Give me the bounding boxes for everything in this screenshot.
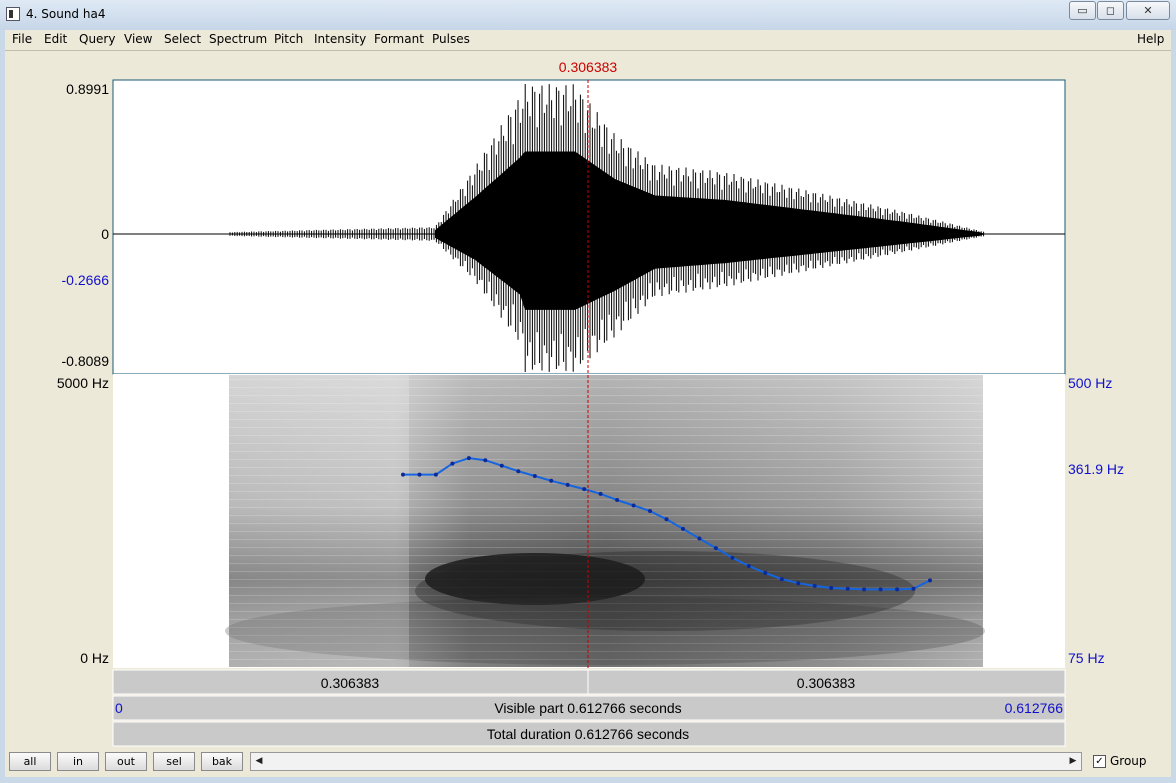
menu-help[interactable]: Help bbox=[1137, 32, 1164, 46]
pitch-point bbox=[763, 570, 768, 575]
menu-bar: File Edit Query View Select Spectrum Pit… bbox=[5, 30, 1171, 51]
pitch-point bbox=[829, 586, 834, 590]
pitch-point bbox=[598, 491, 603, 496]
pitch-point bbox=[796, 581, 801, 586]
waveform-zero-label: 0 bbox=[101, 226, 109, 242]
pitch-point bbox=[615, 498, 620, 502]
pitch-point bbox=[664, 517, 669, 522]
app-icon bbox=[6, 7, 20, 21]
maximize-button[interactable]: ◻ bbox=[1097, 1, 1124, 20]
waveform-max-label: 0.8991 bbox=[66, 81, 109, 97]
zoom-all-button[interactable]: all bbox=[9, 752, 51, 771]
pitch-point bbox=[631, 503, 636, 508]
waveform-cursor-value-label: -0.2666 bbox=[62, 272, 110, 288]
pitch-point bbox=[845, 586, 850, 591]
menu-formant[interactable]: Formant bbox=[374, 32, 424, 46]
editor-canvas[interactable]: 0.306383 0.8991 0 -0.2666 -0.8089 5000 H… bbox=[5, 51, 1171, 749]
pitch-point bbox=[730, 555, 735, 560]
menu-pulses[interactable]: Pulses bbox=[432, 32, 470, 46]
pitch-min-label: 75 Hz bbox=[1068, 650, 1105, 666]
menu-edit[interactable]: Edit bbox=[44, 32, 67, 46]
left-part-duration: 0.306383 bbox=[321, 675, 380, 691]
visible-start-label: 0 bbox=[115, 700, 123, 716]
menu-view[interactable]: View bbox=[124, 32, 152, 46]
sound-editor-client: 0.306383 0.8991 0 -0.2666 -0.8089 5000 H… bbox=[5, 51, 1171, 749]
pitch-point bbox=[648, 509, 652, 513]
visible-part-label: Visible part 0.612766 seconds bbox=[494, 700, 681, 716]
zoom-back-button[interactable]: bak bbox=[201, 752, 243, 771]
menu-query[interactable]: Query bbox=[79, 32, 115, 46]
pitch-point bbox=[433, 472, 438, 477]
pitch-point bbox=[582, 487, 587, 492]
menu-pitch[interactable]: Pitch bbox=[274, 32, 303, 46]
menu-spectrum[interactable]: Spectrum bbox=[209, 32, 267, 46]
menu-select[interactable]: Select bbox=[164, 32, 201, 46]
pitch-point bbox=[911, 586, 916, 591]
group-checkbox[interactable]: ✓ bbox=[1093, 755, 1106, 768]
menu-intensity[interactable]: Intensity bbox=[314, 32, 366, 46]
pitch-point bbox=[713, 546, 718, 551]
zoom-out-button[interactable]: out bbox=[105, 752, 147, 771]
pitch-point bbox=[895, 587, 900, 592]
pitch-point bbox=[746, 564, 751, 568]
group-label: Group bbox=[1110, 754, 1147, 768]
pitch-point bbox=[779, 577, 784, 582]
pitch-cursor-label: 361.9 Hz bbox=[1068, 461, 1124, 477]
pitch-max-label: 500 Hz bbox=[1068, 375, 1112, 391]
pitch-point bbox=[878, 587, 883, 592]
pitch-point bbox=[401, 472, 405, 477]
pitch-point bbox=[812, 583, 817, 588]
pitch-point bbox=[681, 526, 685, 531]
spectrogram-min-freq-label: 0 Hz bbox=[80, 650, 109, 666]
group-toggle[interactable]: ✓ Group bbox=[1093, 754, 1147, 768]
window-title: 4. Sound ha4 bbox=[26, 7, 106, 21]
pitch-point bbox=[483, 458, 488, 463]
visible-end-label: 0.612766 bbox=[1005, 700, 1064, 716]
spectrogram-image bbox=[225, 375, 985, 667]
pitch-point bbox=[516, 469, 521, 474]
bottom-toolbar: all in out sel bak ◀ ▶ ✓ Group bbox=[5, 749, 1171, 777]
pitch-point bbox=[532, 474, 537, 478]
pitch-point bbox=[928, 578, 932, 583]
menu-file[interactable]: File bbox=[12, 32, 32, 46]
zoom-in-button[interactable]: in bbox=[57, 752, 99, 771]
waveform-min-label: -0.8089 bbox=[62, 353, 110, 369]
pitch-point bbox=[417, 472, 422, 477]
scroll-right-icon[interactable]: ▶ bbox=[1065, 753, 1081, 770]
close-button[interactable]: ✕ bbox=[1126, 1, 1170, 20]
time-scrollbar[interactable]: ◀ ▶ bbox=[250, 752, 1082, 771]
pitch-point bbox=[862, 587, 867, 592]
spectrogram-max-freq-label: 5000 Hz bbox=[57, 375, 109, 391]
pitch-point bbox=[450, 461, 455, 466]
total-duration-label: Total duration 0.612766 seconds bbox=[487, 726, 689, 742]
pitch-point bbox=[549, 478, 554, 483]
cursor-time-label: 0.306383 bbox=[559, 59, 618, 75]
zoom-selection-button[interactable]: sel bbox=[153, 752, 195, 771]
pitch-point bbox=[697, 536, 702, 541]
pitch-point bbox=[466, 456, 471, 461]
right-part-duration: 0.306383 bbox=[797, 675, 856, 691]
minimize-button[interactable]: ▭ bbox=[1069, 1, 1096, 20]
scroll-left-icon[interactable]: ◀ bbox=[251, 753, 267, 770]
title-bar: 4. Sound ha4 ▭ ◻ ✕ bbox=[0, 0, 1176, 30]
pitch-point bbox=[565, 482, 570, 487]
pitch-point bbox=[499, 463, 504, 468]
